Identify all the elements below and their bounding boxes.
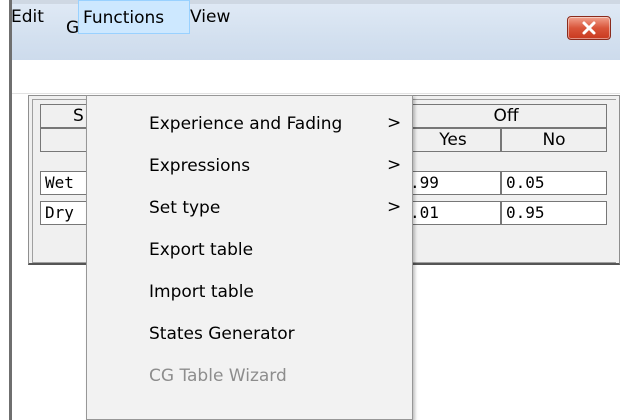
chevron-right-icon: > (387, 113, 402, 133)
menu-view[interactable]: View (186, 5, 238, 29)
menu-item-states-generator[interactable]: States Generator (87, 316, 412, 358)
close-button[interactable] (567, 16, 611, 40)
menu-item-expressions[interactable]: Expressions > (87, 148, 412, 190)
chevron-right-icon: > (387, 197, 402, 217)
cell-wet-yes[interactable]: .99 (405, 171, 501, 195)
chevron-right-icon: > (387, 155, 402, 175)
row-label-dry[interactable]: Dry (40, 201, 88, 225)
menu-item-label: Import table (149, 282, 254, 302)
menu-item-label: CG Table Wizard (149, 366, 287, 386)
functions-dropdown-menu: Experience and Fading > Expressions > Se… (86, 95, 413, 420)
menu-item-label: Set type (149, 198, 221, 218)
menu-functions[interactable]: Functions (78, 0, 190, 34)
table-subheader-left (40, 128, 88, 152)
menu-item-label: Experience and Fading (149, 114, 343, 134)
menu-bar (12, 60, 620, 94)
menu-item-export-table[interactable]: Export table (87, 232, 412, 274)
column-header-yes[interactable]: Yes (405, 128, 501, 152)
menu-item-label: Expressions (149, 156, 251, 176)
cell-wet-no[interactable]: 0.05 (501, 171, 607, 195)
close-icon (582, 21, 596, 35)
menu-item-cg-table-wizard: CG Table Wizard (87, 358, 412, 400)
menu-item-experience-and-fading[interactable]: Experience and Fading > (87, 106, 412, 148)
row-label-wet[interactable]: Wet (40, 171, 88, 195)
table-header-left[interactable]: S (40, 104, 88, 128)
cell-dry-yes[interactable]: .01 (405, 201, 501, 225)
menu-item-label: States Generator (149, 324, 295, 344)
cell-dry-no[interactable]: 0.95 (501, 201, 607, 225)
menu-item-label: Export table (149, 240, 254, 260)
column-header-no[interactable]: No (501, 128, 607, 152)
menu-item-set-type[interactable]: Set type > (87, 190, 412, 232)
menu-item-import-table[interactable]: Import table (87, 274, 412, 316)
menu-edit[interactable]: Edit (7, 5, 47, 29)
column-group-header[interactable]: Off (405, 104, 607, 128)
